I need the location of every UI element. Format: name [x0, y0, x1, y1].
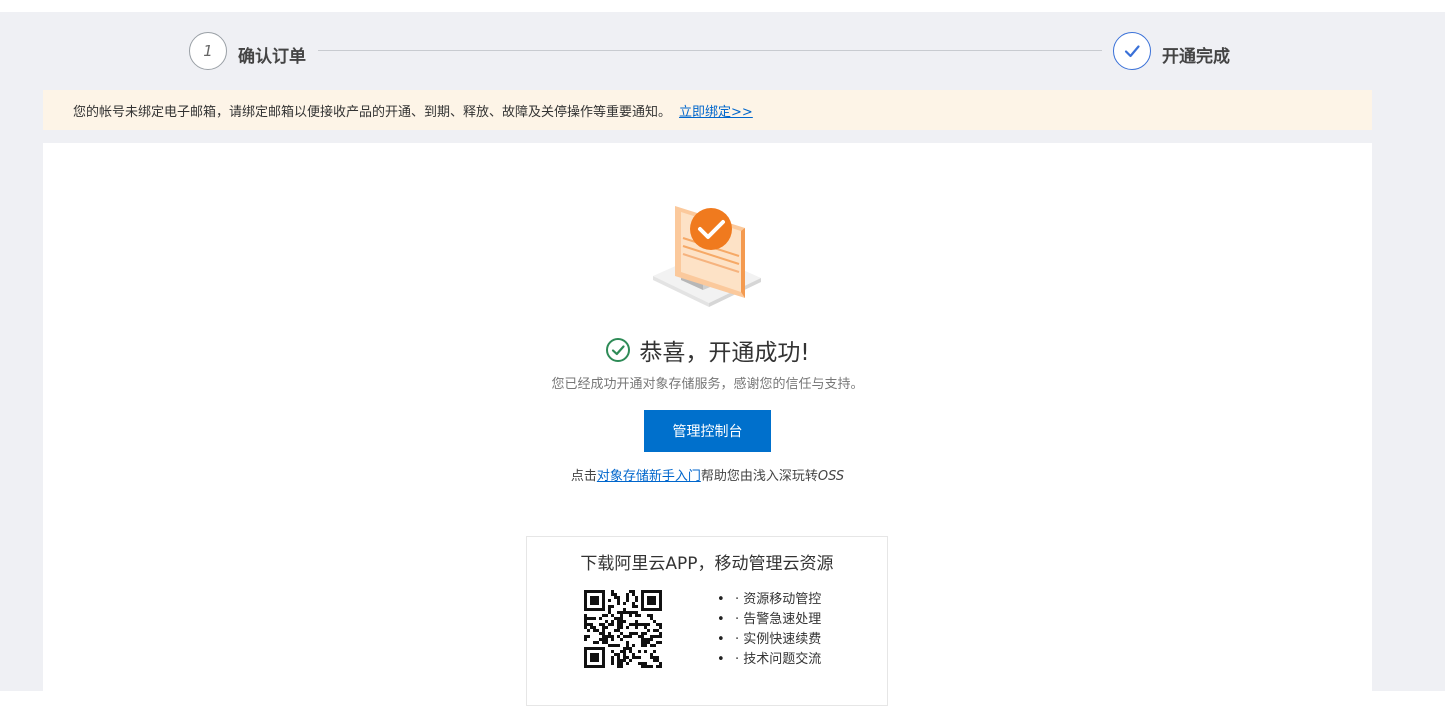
- result-card: 恭喜，开通成功! 您已经成功开通对象存储服务，感谢您的信任与支持。 管理控制台 …: [43, 143, 1372, 706]
- console-button[interactable]: 管理控制台: [644, 410, 771, 452]
- success-subtitle: 您已经成功开通对象存储服务，感谢您的信任与支持。: [551, 377, 864, 392]
- feature-item: · 告警急速处理: [717, 610, 821, 630]
- app-feature-list: · 资源移动管控 · 告警急速处理 · 实例快速续费 · 技术问题交流: [717, 590, 821, 670]
- success-title: 恭喜，开通成功!: [639, 340, 810, 366]
- guide-suffix: 帮助您由浅入深玩转: [700, 469, 818, 484]
- step-connector-line: [318, 50, 1102, 51]
- check-icon: [1124, 45, 1140, 58]
- success-heading-row: 恭喜，开通成功!: [43, 333, 1372, 367]
- monitor-success-illustration: [653, 206, 761, 307]
- qr-code-icon[interactable]: [584, 590, 662, 668]
- guide-text: 点击对象存储新手入门帮助您由浅入深玩转OSS: [43, 465, 1372, 484]
- order-stepper: 1 确认订单 开通完成: [0, 12, 1445, 90]
- bind-email-link[interactable]: 立即绑定>>: [679, 101, 753, 120]
- feature-item: · 资源移动管控: [717, 590, 821, 610]
- beginner-guide-link[interactable]: 对象存储新手入门: [597, 469, 701, 484]
- step-1-label: 确认订单: [238, 47, 306, 67]
- notice-text: 您的帐号未绑定电子邮箱，请绑定邮箱以便接收产品的开通、到期、释放、故障及关停操作…: [73, 104, 672, 120]
- step-2-label: 开通完成: [1162, 47, 1230, 67]
- feature-item: · 实例快速续费: [717, 630, 821, 650]
- page-background: 1 确认订单 开通完成 您的帐号未绑定电子邮箱，请绑定邮箱以便接收产品的开通、到…: [0, 12, 1445, 706]
- guide-product: OSS: [817, 469, 845, 484]
- step-1-circle: 1: [189, 32, 227, 70]
- app-download-box: 下载阿里云APP，移动管理云资源 · 资源移动管控 · 告警急速处理 · 实例快…: [526, 536, 888, 706]
- app-download-title: 下载阿里云APP，移动管理云资源: [580, 554, 834, 574]
- email-binding-notice: 您的帐号未绑定电子邮箱，请绑定邮箱以便接收产品的开通、到期、释放、故障及关停操作…: [43, 90, 1372, 130]
- guide-prefix: 点击: [570, 469, 597, 484]
- check-circle-icon: [606, 338, 631, 362]
- step-2-circle: [1113, 32, 1151, 70]
- feature-item: · 技术问题交流: [717, 650, 821, 670]
- step-1-number: 1: [203, 42, 213, 60]
